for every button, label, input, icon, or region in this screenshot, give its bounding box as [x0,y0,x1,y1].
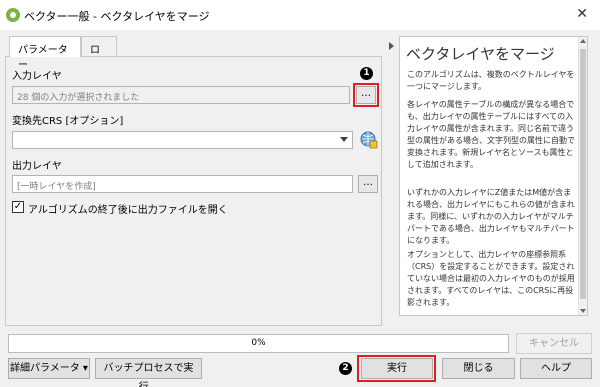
help-paragraph: このアルゴリズムは、複数のベクトルレイヤを一つにマージします。 [407,70,575,91]
help-scrollbar[interactable] [578,37,587,315]
annotation-badge-1: 1 [360,67,373,80]
close-window-button[interactable]: ✕ [576,6,588,22]
collapse-help-arrow-icon[interactable] [389,42,394,50]
help-paragraph: 各レイヤの属性テーブルの構成が異なる場合でも、出力レイヤの属性テーブルにはすべて… [407,100,575,169]
chevron-down-icon [340,137,348,142]
tab-log[interactable]: ログ [81,36,117,71]
output-layer-browse-button[interactable]: … [358,175,378,193]
annotation-highlight-browse [353,83,379,107]
input-layer-field: 28 個の入力が選択されました [12,86,350,104]
close-button[interactable]: 閉じる [442,358,515,379]
cancel-button[interactable]: キャンセル [516,333,592,354]
help-button[interactable]: ヘルプ [520,358,592,379]
help-title: ベクタレイヤをマージ [406,45,555,63]
globe-crs-icon[interactable] [359,130,379,150]
crs-select[interactable] [12,131,353,149]
output-layer-label: 出力レイヤ [12,161,62,172]
open-output-checkbox[interactable]: ✓ [12,201,24,213]
scroll-up-icon[interactable] [580,39,586,43]
advanced-parameters-button[interactable]: 詳細パラメータ ▾ [8,358,90,379]
annotation-badge-2: 2 [339,362,352,375]
batch-process-button[interactable]: バッチプロセスで実行... [95,358,202,387]
help-paragraph: オプションとして、出力レイヤの座標参照系（CRS）を設定することができます。設定… [407,250,575,307]
chevron-down-icon: ▾ [82,363,88,374]
help-panel: ベクタレイヤをマージ このアルゴリズムは、複数のベクトルレイヤを一つにマージしま… [399,36,588,316]
run-button[interactable]: 実行 [361,358,433,379]
tab-content: 入力レイヤ 28 個の入力が選択されました … 1 変換先CRS [オプション]… [5,56,382,326]
open-output-label: アルゴリズムの終了後に出力ファイルを開く [28,205,228,216]
window-title: ベクター一般 - ベクタレイヤをマージ [24,10,210,23]
scroll-thumb[interactable] [580,49,586,299]
tab-parameters[interactable]: パラメーター [9,36,81,71]
output-layer-field[interactable]: [一時レイヤを作成] [12,175,353,193]
qgis-logo-icon [6,8,20,22]
crs-label: 変換先CRS [オプション] [12,116,124,127]
progress-bar: 0% [8,334,509,353]
help-paragraph: いずれかの入力レイヤにZ値またはM値が含まれる場合、出力レイヤにもこれらの値が含… [407,188,575,245]
scroll-down-icon[interactable] [580,309,586,313]
parameters-panel: パラメーター ログ 入力レイヤ 28 個の入力が選択されました … 1 変換先C… [5,36,382,326]
title-bar: ベクター一般 - ベクタレイヤをマージ ✕ [0,0,600,30]
